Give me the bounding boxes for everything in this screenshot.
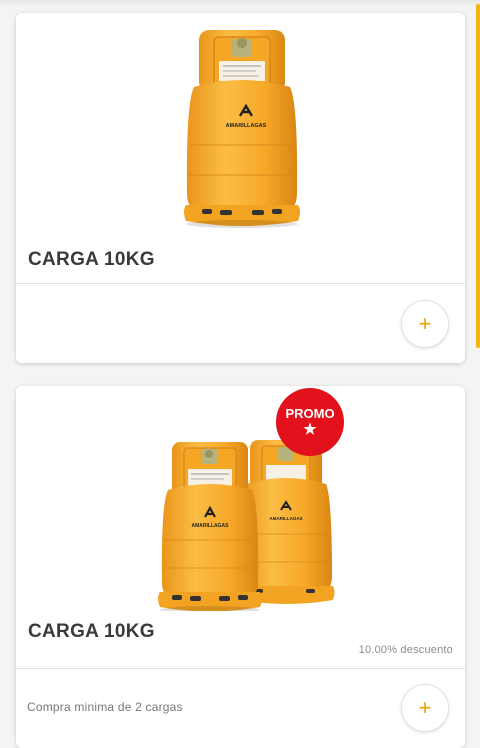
product-image: AMARILLAGAS (16, 13, 465, 245)
discount-text: 10.00% descuento (358, 644, 453, 656)
svg-text:AMARILLAGAS: AMARILLAGAS (226, 123, 267, 129)
top-edge (0, 0, 480, 6)
scroll-indicator[interactable] (476, 4, 480, 348)
gas-cylinder-icon: AMARILLAGAS (184, 30, 300, 228)
card-divider (16, 283, 465, 284)
product-card-1[interactable]: AMARILLAGAS CARGA 10KG + (16, 13, 465, 363)
product-title: CARGA 10KG (28, 621, 155, 642)
plus-icon: + (418, 311, 432, 336)
svg-text:AMARILLAGAS: AMARILLAGAS (192, 523, 230, 529)
star-icon: ★ (303, 421, 317, 438)
two-gas-cylinders-icon: AMARILLAGAS AMARILLAGAS (158, 440, 335, 611)
plus-icon: + (418, 695, 432, 720)
product-image: AMARILLAGAS AMARILLAGAS PROMO ★ (16, 386, 465, 611)
add-to-cart-button[interactable]: + (401, 684, 449, 732)
promo-badge: PROMO ★ (276, 388, 344, 456)
promo-label: PROMO (285, 406, 335, 421)
product-title: CARGA 10KG (28, 249, 155, 270)
minimum-purchase-note: Compra minima de 2 cargas (27, 700, 183, 714)
add-to-cart-button[interactable]: + (401, 300, 449, 348)
card-divider (16, 668, 465, 669)
svg-text:AMARILLAGAS: AMARILLAGAS (269, 516, 302, 521)
product-card-2[interactable]: AMARILLAGAS AMARILLAGAS PROMO ★ CARGA 10… (16, 386, 465, 748)
